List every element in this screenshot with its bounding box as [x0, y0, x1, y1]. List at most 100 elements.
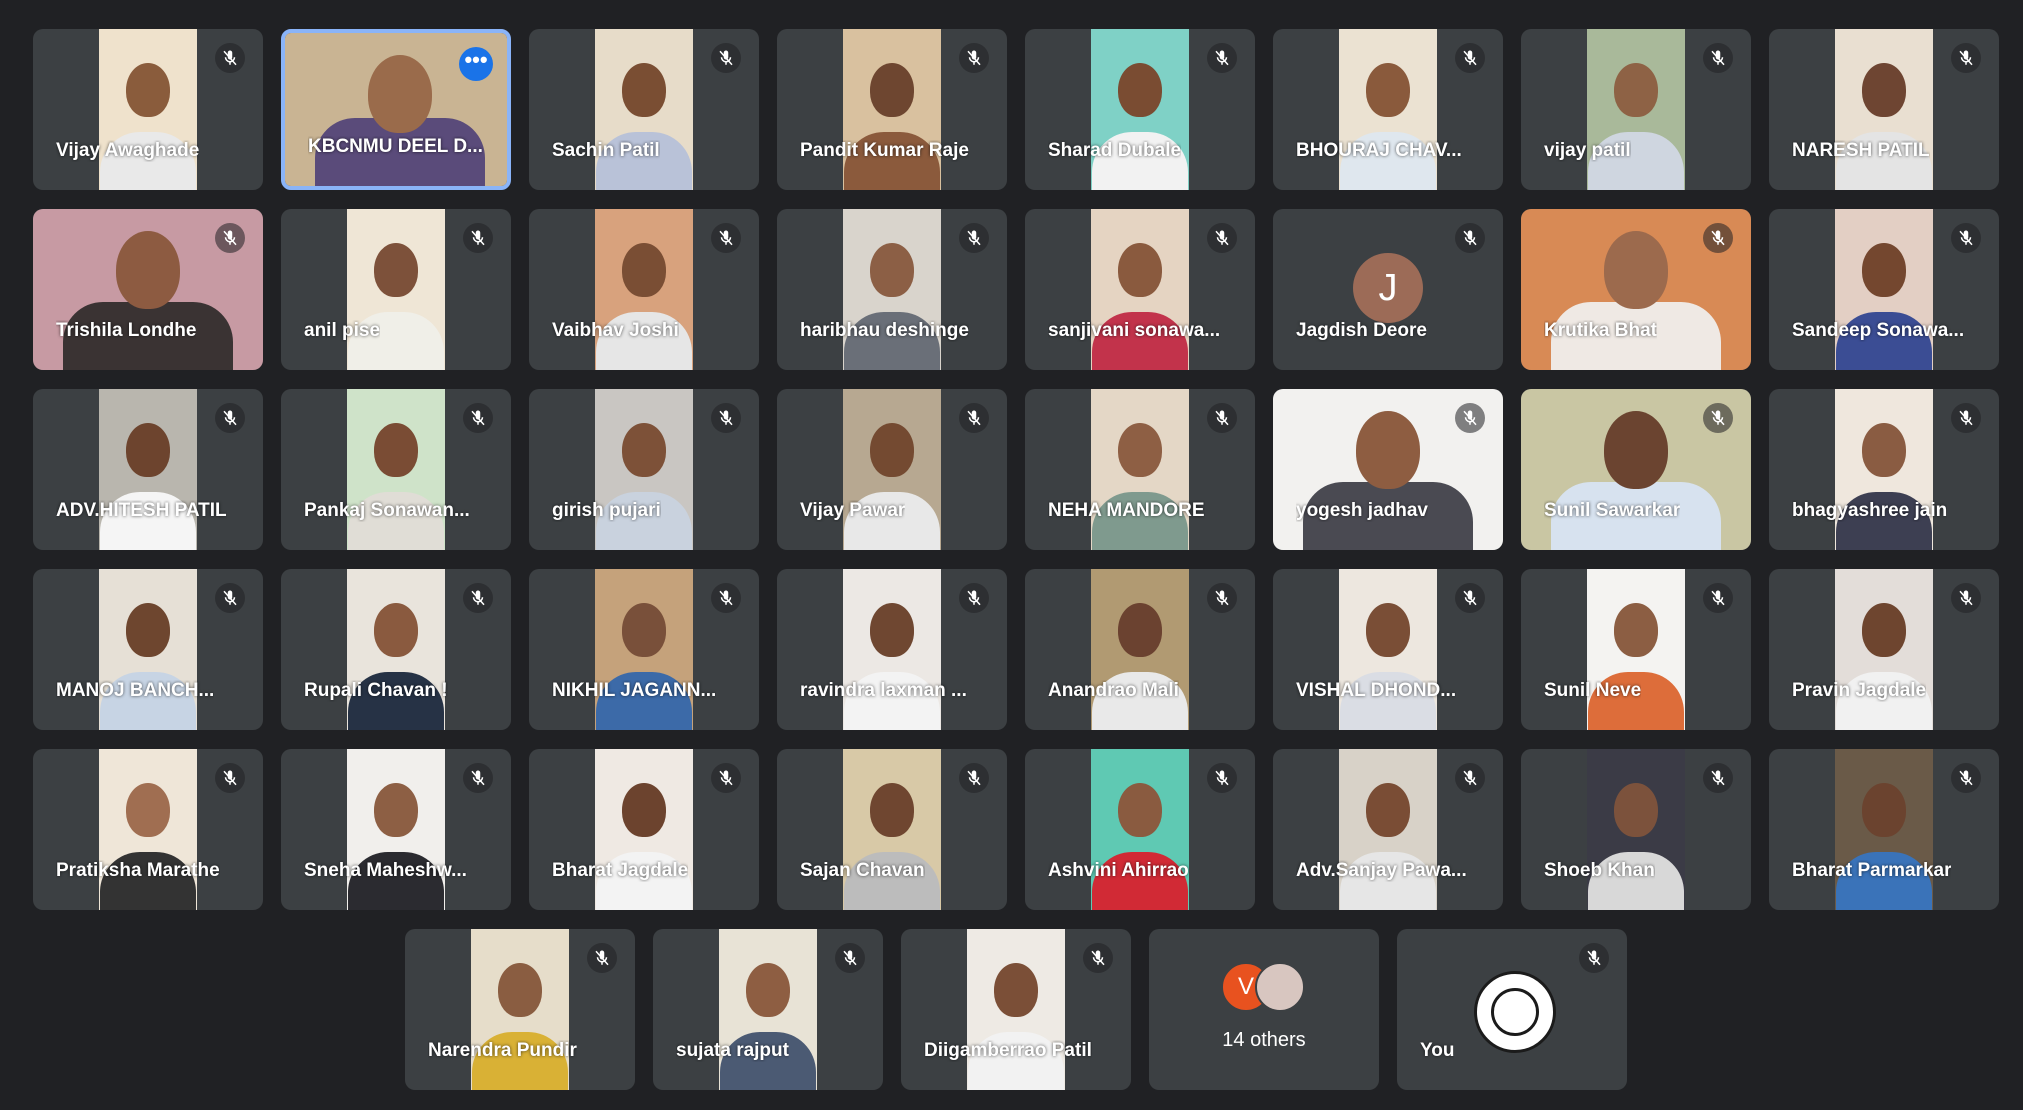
- university-logo-icon: [1474, 971, 1556, 1053]
- participant-tile[interactable]: Sandeep Sonawa...: [1769, 209, 1999, 370]
- participant-tile[interactable]: Bharat Parmarkar: [1769, 749, 1999, 910]
- mic-off-icon: [959, 43, 989, 73]
- participant-tile[interactable]: Pankaj Sonawan...: [281, 389, 511, 550]
- participant-tile[interactable]: Trishila Londhe: [33, 209, 263, 370]
- participant-tile[interactable]: Vijay Pawar: [777, 389, 1007, 550]
- participant-tile[interactable]: Shoeb Khan: [1521, 749, 1751, 910]
- participant-tile[interactable]: Krutika Bhat: [1521, 209, 1751, 370]
- participant-name: Bharat Jagdale: [552, 860, 689, 881]
- participant-tile[interactable]: Bharat Jagdale: [529, 749, 759, 910]
- participant-video: [843, 569, 941, 730]
- participant-tile[interactable]: Vaibhav Joshi: [529, 209, 759, 370]
- avatar-photo: [1255, 962, 1305, 1012]
- participant-face: [1862, 423, 1906, 477]
- participant-tile[interactable]: Sachin Patil: [529, 29, 759, 190]
- participant-face: [368, 55, 432, 133]
- participant-name: Rupali Chavan !: [304, 680, 448, 701]
- mic-off-icon: [959, 763, 989, 793]
- participant-tile[interactable]: Rupali Chavan !: [281, 569, 511, 730]
- participant-name: Jagdish Deore: [1296, 320, 1427, 341]
- participant-name: Sandeep Sonawa...: [1792, 320, 1965, 341]
- participant-tile[interactable]: NIKHIL JAGANN...: [529, 569, 759, 730]
- participant-name: bhagyashree jain: [1792, 500, 1948, 521]
- participant-tile[interactable]: V 14 others: [1149, 929, 1379, 1090]
- participant-tile[interactable]: Sunil Neve: [1521, 569, 1751, 730]
- others-avatar-stack: V: [1221, 962, 1311, 1012]
- participant-tile[interactable]: NARESH PATIL: [1769, 29, 1999, 190]
- participant-tile[interactable]: haribhau deshinge: [777, 209, 1007, 370]
- participant-tile[interactable]: Anandrao Mali: [1025, 569, 1255, 730]
- mic-off-icon: [1455, 403, 1485, 433]
- participant-tile[interactable]: Ashvini Ahirrao: [1025, 749, 1255, 910]
- participant-name: Anandrao Mali: [1048, 680, 1179, 701]
- mic-off-icon: [1703, 43, 1733, 73]
- mic-off-icon: [1083, 943, 1113, 973]
- participant-tile[interactable]: Sharad Dubale: [1025, 29, 1255, 190]
- participant-face: [746, 963, 790, 1017]
- participant-video: [843, 749, 941, 910]
- participant-tile[interactable]: Vijay Awaghade: [33, 29, 263, 190]
- participant-tile[interactable]: Sajan Chavan: [777, 749, 1007, 910]
- participant-tile[interactable]: anil pise: [281, 209, 511, 370]
- participant-name: Trishila Londhe: [56, 320, 197, 341]
- participant-tile[interactable]: VISHAL DHOND...: [1273, 569, 1503, 730]
- participant-tile[interactable]: ••• KBCNMU DEEL D...: [281, 29, 511, 190]
- participant-tile[interactable]: BHOURAJ CHAV...: [1273, 29, 1503, 190]
- participant-tile[interactable]: vijay patil: [1521, 29, 1751, 190]
- participant-face: [1118, 783, 1162, 837]
- participant-tile[interactable]: Adv.Sanjay Pawa...: [1273, 749, 1503, 910]
- participant-tile[interactable]: ravindra laxman ...: [777, 569, 1007, 730]
- mic-off-icon: [711, 43, 741, 73]
- participant-name: Sneha Maheshw...: [304, 860, 467, 881]
- participant-face: [374, 603, 418, 657]
- participant-face: [374, 783, 418, 837]
- participant-grid: Vijay Awaghade ••• KBCNMU DEEL D... Sachin …: [0, 0, 2023, 1110]
- mic-off-icon: [215, 223, 245, 253]
- mic-off-icon: [463, 223, 493, 253]
- participant-tile[interactable]: ADV.HITESH PATIL: [33, 389, 263, 550]
- participant-face: [374, 423, 418, 477]
- participant-name: Narendra Pundir: [428, 1040, 577, 1061]
- participant-name: Pankaj Sonawan...: [304, 500, 470, 521]
- participant-face: [1614, 783, 1658, 837]
- mic-off-icon: [215, 403, 245, 433]
- participant-name: Vaibhav Joshi: [552, 320, 679, 341]
- mic-off-icon: [1455, 43, 1485, 73]
- participant-face: [116, 231, 180, 309]
- participant-name: NARESH PATIL: [1792, 140, 1930, 161]
- participant-tile[interactable]: yogesh jadhav: [1273, 389, 1503, 550]
- participant-tile[interactable]: Sneha Maheshw...: [281, 749, 511, 910]
- participant-name: Sunil Neve: [1544, 680, 1642, 701]
- participant-tile[interactable]: NEHA MANDORE: [1025, 389, 1255, 550]
- participant-name: Krutika Bhat: [1544, 320, 1657, 341]
- participant-tile[interactable]: Pratiksha Marathe: [33, 749, 263, 910]
- participant-name: Bharat Parmarkar: [1792, 860, 1952, 881]
- more-options-icon[interactable]: •••: [459, 47, 493, 81]
- participant-tile[interactable]: bhagyashree jain: [1769, 389, 1999, 550]
- participant-name: Sajan Chavan: [800, 860, 925, 881]
- participant-face: [870, 783, 914, 837]
- participant-tile[interactable]: girish pujari: [529, 389, 759, 550]
- participant-tile[interactable]: Narendra Pundir: [405, 929, 635, 1090]
- participant-name: BHOURAJ CHAV...: [1296, 140, 1462, 161]
- participant-tile[interactable]: sujata rajput: [653, 929, 883, 1090]
- participant-name: ADV.HITESH PATIL: [56, 500, 227, 521]
- mic-off-icon: [711, 403, 741, 433]
- participant-tile[interactable]: Sunil Sawarkar: [1521, 389, 1751, 550]
- participant-face: [498, 963, 542, 1017]
- participant-video: [843, 209, 941, 370]
- participant-tile[interactable]: Pravin Jagdale: [1769, 569, 1999, 730]
- participant-tile[interactable]: MANOJ BANCH...: [33, 569, 263, 730]
- participant-tile[interactable]: Pandit Kumar Raje: [777, 29, 1007, 190]
- participant-tile[interactable]: You: [1397, 929, 1627, 1090]
- mic-off-icon: [1579, 943, 1609, 973]
- mic-off-icon: [463, 583, 493, 613]
- participant-face: [622, 783, 666, 837]
- participant-face: [1118, 63, 1162, 117]
- participant-tile[interactable]: Diigamberrao Patil: [901, 929, 1131, 1090]
- participant-tile[interactable]: sanjivani sonawa...: [1025, 209, 1255, 370]
- participant-name: haribhau deshinge: [800, 320, 969, 341]
- mic-off-icon: [1207, 223, 1237, 253]
- participant-name: Diigamberrao Patil: [924, 1040, 1092, 1061]
- participant-tile[interactable]: J Jagdish Deore: [1273, 209, 1503, 370]
